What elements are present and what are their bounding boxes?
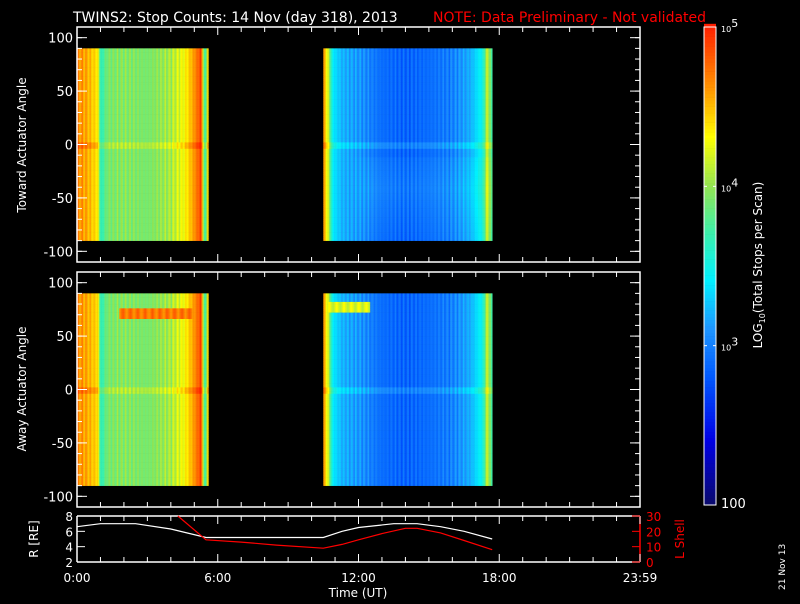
stop-counts-figure: TWINS2: Stop Counts: 14 Nov (day 318), 2… xyxy=(0,0,800,600)
date-stamp: 21 Nov 13 xyxy=(778,544,788,590)
figure-title: TWINS2: Stop Counts: 14 Nov (day 318), 2… xyxy=(72,10,398,26)
data-note: NOTE: Data Preliminary - Not validated xyxy=(433,10,706,26)
